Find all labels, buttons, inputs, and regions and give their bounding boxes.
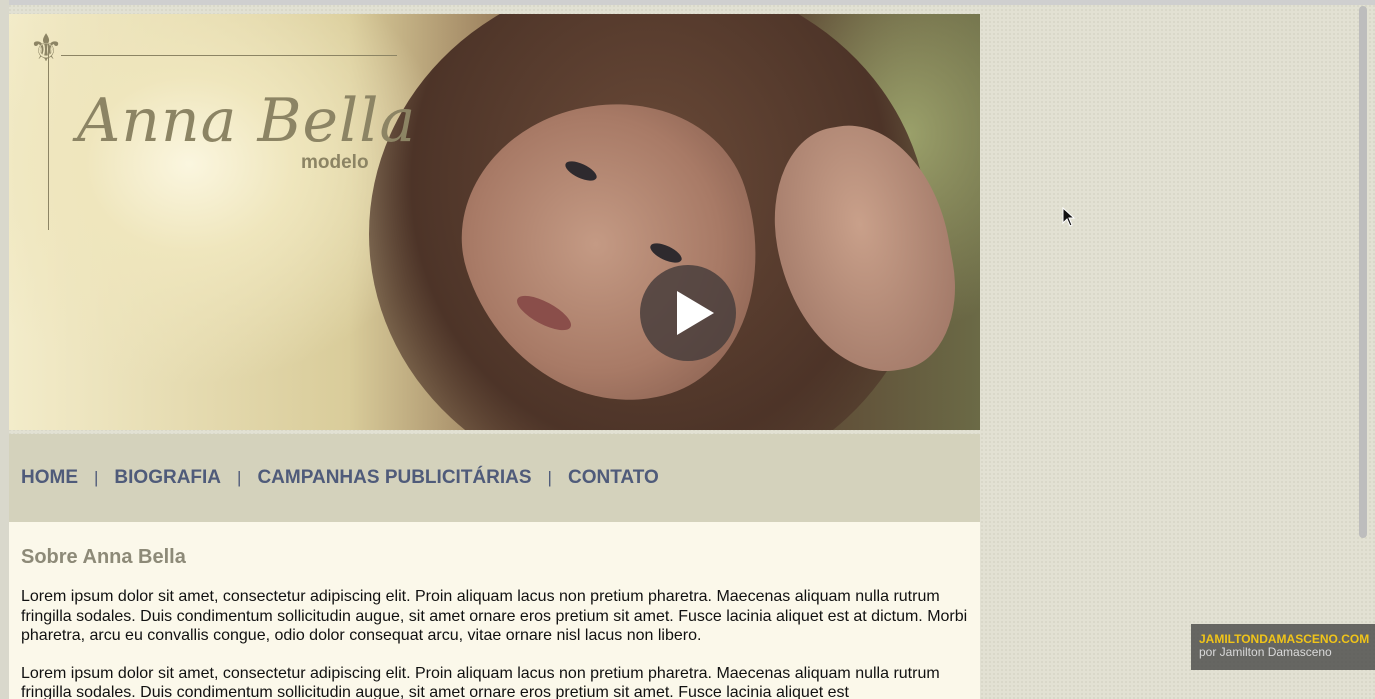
content-paragraph: Lorem ipsum dolor sit amet, consectetur … — [21, 664, 940, 699]
nav-biografia[interactable]: BIOGRAFIA — [114, 467, 221, 489]
section-heading: Sobre Anna Bella — [21, 546, 186, 568]
page-container: ⚜ Anna Bella modelo HOME | BIOGRAFIA | C… — [9, 14, 980, 699]
nav-separator: | — [94, 468, 99, 487]
logo-vertical-line — [48, 44, 49, 230]
watermark-author: por Jamilton Damasceno — [1199, 645, 1332, 659]
logo-subtitle: modelo — [301, 152, 369, 173]
nav-separator: | — [547, 468, 552, 487]
content-section: Sobre Anna Bella Lorem ipsum dolor sit a… — [9, 522, 980, 699]
mouse-cursor-icon — [1062, 206, 1076, 232]
nav-separator: | — [237, 468, 242, 487]
nav-contato[interactable]: CONTATO — [568, 467, 659, 489]
header-banner: ⚜ Anna Bella modelo — [9, 14, 980, 430]
window-left-border — [0, 0, 9, 699]
main-navigation: HOME | BIOGRAFIA | CAMPANHAS PUBLICITÁRI… — [9, 434, 980, 522]
logo-horizontal-line — [61, 55, 397, 56]
nav-home[interactable]: HOME — [21, 467, 78, 489]
play-icon — [677, 291, 714, 335]
fleur-de-lis-icon: ⚜ — [29, 28, 64, 70]
watermark: JAMILTONDAMASCENO.COM por Jamilton Damas… — [1191, 624, 1375, 670]
window-top-border — [0, 0, 1375, 5]
video-play-button[interactable] — [640, 265, 736, 361]
logo-title: Anna Bella — [77, 86, 417, 156]
nav-campanhas[interactable]: CAMPANHAS PUBLICITÁRIAS — [257, 467, 531, 489]
content-paragraph: Lorem ipsum dolor sit amet, consectetur … — [21, 588, 968, 644]
vertical-scrollbar[interactable] — [1359, 6, 1367, 538]
